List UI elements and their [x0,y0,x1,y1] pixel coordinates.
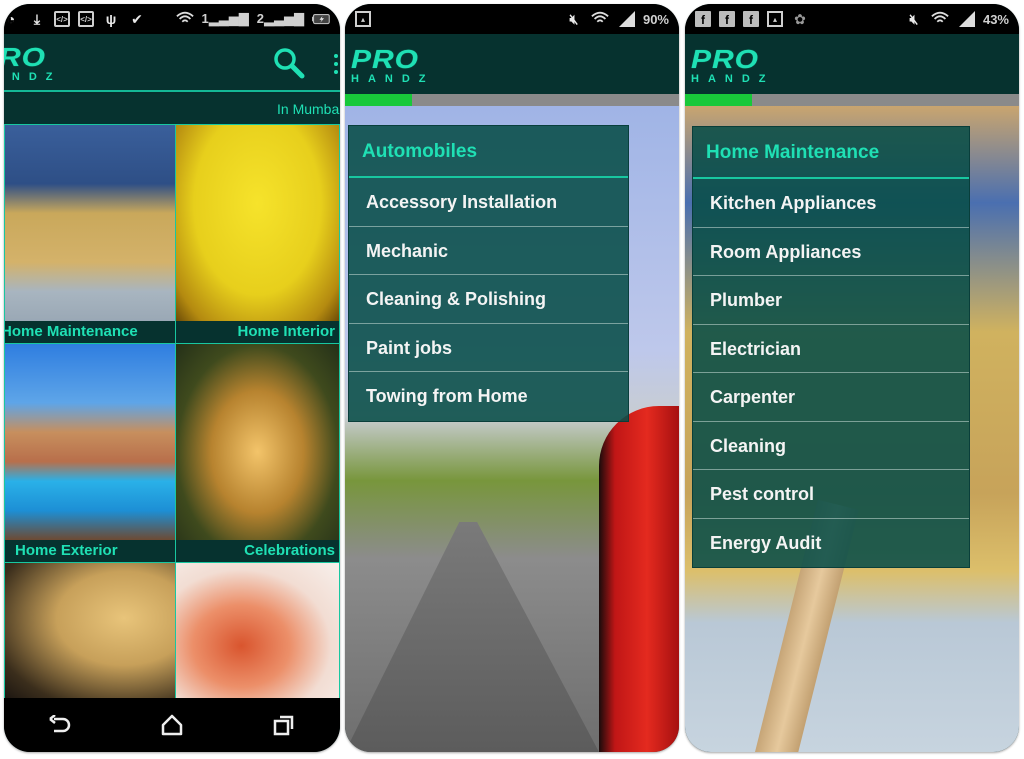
signal-icon [957,10,975,28]
prohandz-logo[interactable]: PRO HANDZ [351,43,435,85]
search-button[interactable] [272,46,306,80]
navigation-bar [4,698,340,752]
road-graphic [345,522,599,752]
wifi-icon [591,10,609,28]
menu-item-mechanic[interactable]: Mechanic [349,227,628,275]
phone-screen-home-maintenance: f f f ▴ ✿ 🔇︎ 43% PRO HANDZ Home Maintena… [685,4,1019,752]
status-bar: ▴ 🔇︎ 90% [345,4,679,34]
facebook-icon: f [743,11,759,27]
code-icon: </> [54,11,70,27]
menu-item-towing[interactable]: Towing from Home [349,372,628,421]
prohandz-logo[interactable]: PRO HANDZ [691,43,775,85]
sim2-signal-icon: 2▂▃▅▇ [256,11,304,26]
subcategory-menu: Home Maintenance Kitchen Appliances Room… [692,126,970,568]
phone-screen-categories: ◔ ⤓ </> </> ψ ✔ 1▂▃▅▇ 2▂▃▅▇ PRO HANDZ [4,4,340,752]
menu-item-kitchen-appliances[interactable]: Kitchen Appliances [693,179,969,228]
app-bar: PRO HANDZ [4,34,340,92]
recents-icon [273,715,294,736]
back-button[interactable] [40,705,80,745]
location-text: In Mumbai [277,101,340,117]
cast-icon: ◔ [6,11,16,27]
wifi-icon [175,10,194,28]
battery-charging-icon [312,10,330,28]
menu-item-plumber[interactable]: Plumber [693,276,969,325]
download-icon: ⤓ [33,10,41,27]
battery-percentage: 90% [642,11,669,27]
sim1-signal-icon: 1▂▃▅▇ [201,11,249,26]
menu-item-paint-jobs[interactable]: Paint jobs [349,324,628,372]
home-maintenance-image [5,125,175,321]
overflow-menu-icon[interactable] [334,54,340,74]
phone-screen-automobiles: ▴ 🔇︎ 90% PRO HANDZ Automobiles Accessory… [345,4,679,752]
category-tile-babycare[interactable] [4,562,176,702]
signal-icon [617,10,635,28]
status-bar: ◔ ⤓ </> </> ψ ✔ 1▂▃▅▇ 2▂▃▅▇ [4,4,340,34]
category-label: Home Interior [176,321,339,343]
category-label: Home Maintenance [5,321,175,343]
logo-text-pro: PRO [351,45,420,74]
menu-item-pest-control[interactable]: Pest control [693,470,969,519]
logo-text-pro: PRO [4,43,47,72]
back-icon [49,715,71,733]
home-interior-image [176,125,339,321]
progress-bar [685,94,1019,106]
app-bar: PRO HANDZ [685,34,1019,94]
category-label: Home Exterior [5,540,175,562]
category-tile-celebrations[interactable]: Celebrations [175,343,340,563]
home-exterior-image [5,344,175,540]
category-label: Celebrations [176,540,339,562]
menu-item-cleaning-polishing[interactable]: Cleaning & Polishing [349,275,628,324]
menu-item-accessory-installation[interactable]: Accessory Installation [349,178,628,227]
category-tile-home-exterior[interactable]: Home Exterior [4,343,176,563]
car-graphic [599,406,679,752]
menu-item-room-appliances[interactable]: Room Appliances [693,228,969,276]
code-icon: </> [78,11,94,27]
logo-text-handz: HANDZ [691,73,775,85]
logo-text-handz: HANDZ [4,71,62,83]
image-icon: ▴ [355,11,371,27]
category-image [5,563,175,701]
wifi-icon [931,10,949,28]
image-icon: ▴ [767,11,783,27]
recents-button[interactable] [264,705,304,745]
menu-item-electrician[interactable]: Electrician [693,325,969,373]
clipboard-check-icon: ✔ [131,10,143,27]
prohandz-logo[interactable]: PRO HANDZ [4,41,62,83]
facebook-icon: f [719,11,735,27]
progress-fill [345,94,412,106]
menu-title: Home Maintenance [693,127,969,179]
category-image [176,563,339,701]
usb-icon: ψ [105,11,117,27]
menu-item-cleaning[interactable]: Cleaning [693,422,969,470]
category-grid: Home Maintenance Home Interior Home Exte… [4,124,340,702]
menu-item-carpenter[interactable]: Carpenter [693,373,969,422]
celebrations-image [176,344,339,540]
logo-text-handz: HANDZ [351,73,435,85]
logo-text-pro: PRO [691,45,760,74]
android-icon: ✿ [794,10,806,27]
progress-bar [345,94,679,106]
location-bar[interactable]: In Mumbai [4,94,340,124]
subcategory-menu: Automobiles Accessory Installation Mecha… [348,125,629,422]
category-tile-home-maintenance[interactable]: Home Maintenance [4,124,176,344]
menu-title: Automobiles [349,126,628,178]
app-bar: PRO HANDZ [345,34,679,94]
home-button[interactable] [152,705,192,745]
battery-percentage: 43% [982,11,1009,27]
home-icon [161,714,183,736]
facebook-icon: f [695,11,711,27]
menu-item-energy-audit[interactable]: Energy Audit [693,519,969,568]
progress-fill [685,94,752,106]
mute-icon: 🔇︎ [569,10,579,27]
search-icon [274,48,305,79]
category-tile-beauty[interactable] [175,562,340,702]
category-tile-home-interior[interactable]: Home Interior [175,124,340,344]
mute-icon: 🔇︎ [909,10,919,27]
status-bar: f f f ▴ ✿ 🔇︎ 43% [685,4,1019,34]
